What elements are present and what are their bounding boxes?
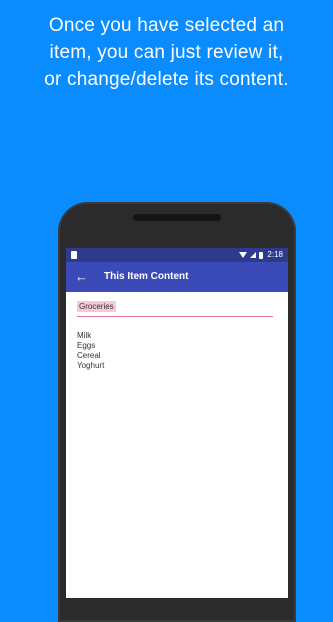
promo-headline-line-2: item, you can just review it, xyxy=(49,42,284,63)
item-name-value[interactable]: Groceries xyxy=(77,301,116,312)
notification-icon xyxy=(71,251,77,259)
battery-icon xyxy=(259,251,264,259)
status-bar-right: 2:18 xyxy=(239,250,283,260)
app-bar: ← This Item Content xyxy=(66,262,288,292)
back-arrow-icon[interactable]: ← xyxy=(75,268,88,286)
wifi-icon xyxy=(239,252,248,258)
phone-screen: 2:18 ← This Item Content Groceries Milk … xyxy=(66,248,288,598)
item-name-field[interactable]: Groceries xyxy=(77,300,273,317)
screen-title: This Item Content xyxy=(104,271,189,282)
status-time: 2:18 xyxy=(267,250,283,259)
signal-icon xyxy=(250,252,257,258)
promo-headline-line-3: or change/delete its content. xyxy=(44,69,289,90)
promo-headline-line-1: Once you have selected an xyxy=(48,15,285,36)
phone-frame: 2:18 ← This Item Content Groceries Milk … xyxy=(58,202,296,622)
item-content-field[interactable]: Milk Eggs Cereal Yoghurt xyxy=(77,331,273,371)
phone-speaker xyxy=(133,214,221,221)
promo-headline: Once you have selected an item, you can … xyxy=(0,12,333,93)
status-bar: 2:18 xyxy=(66,248,288,262)
